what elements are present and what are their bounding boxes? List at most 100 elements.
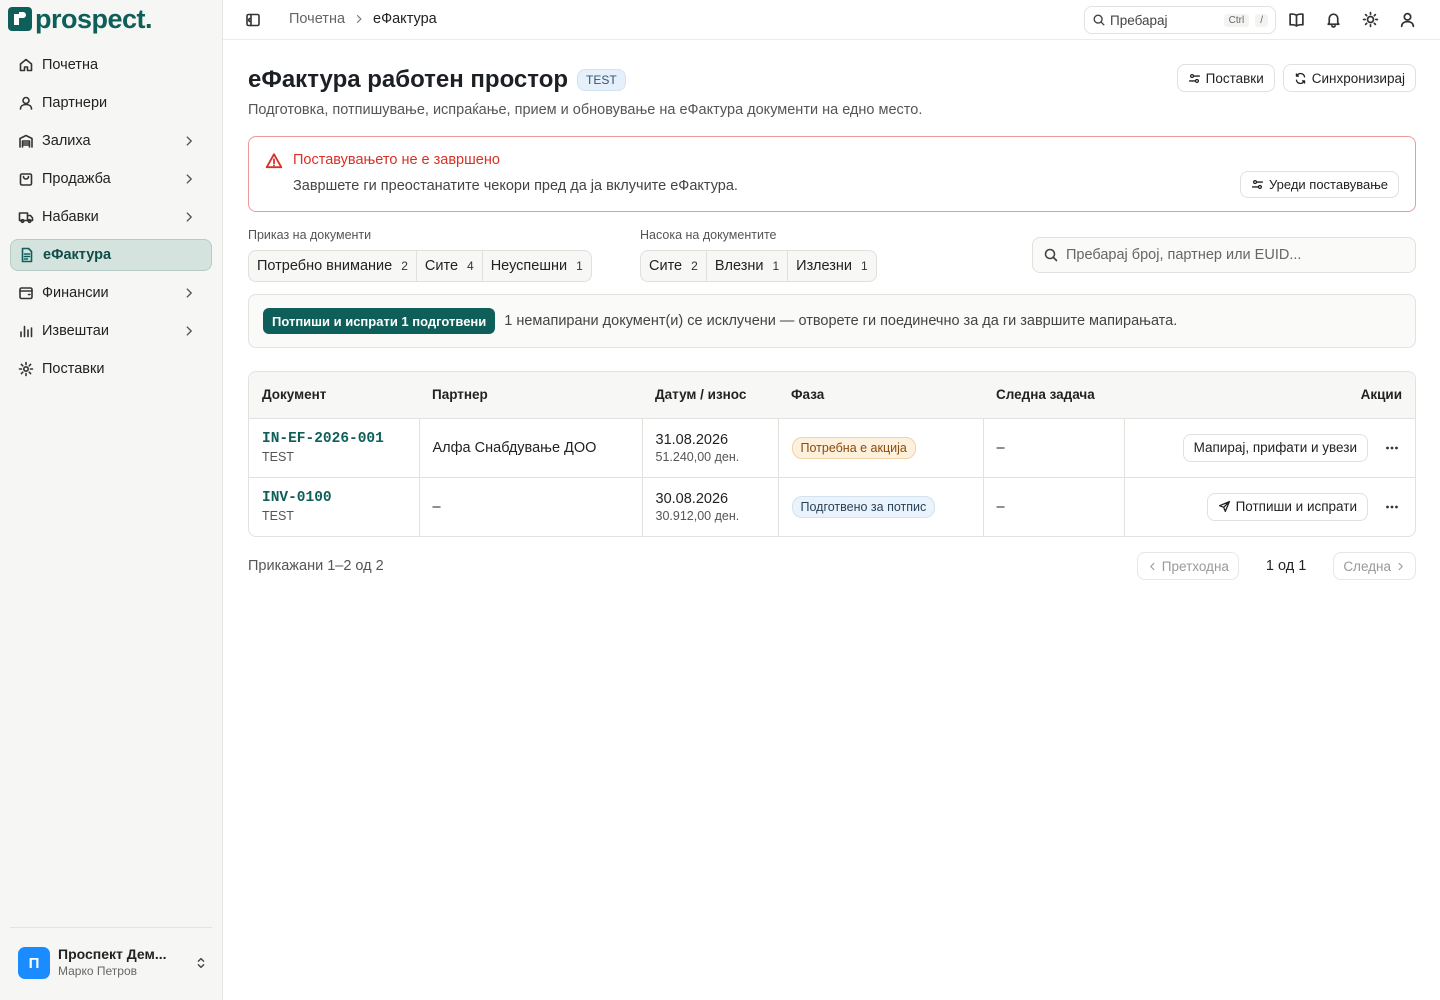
sidebar-item-inventory[interactable]: Залиха [10, 125, 212, 157]
breadcrumb-home[interactable]: Почетна [289, 11, 345, 27]
sign-send-prepared-button[interactable]: Потпиши и испрати 1 подготвени [263, 308, 496, 334]
document-number-link[interactable]: IN-EF-2026-001 [262, 431, 406, 447]
sync-button-label: Синхронизирај [1311, 70, 1405, 86]
partner-cell: – [419, 477, 643, 536]
sidebar-toggle-icon[interactable] [245, 12, 261, 28]
filter-count: 1 [576, 259, 583, 273]
document-env: TEST [262, 450, 294, 464]
sidebar-item-sales[interactable]: Продажба [10, 163, 212, 195]
kbd-ctrl: Ctrl [1223, 13, 1250, 27]
col-document[interactable]: Документ [249, 372, 419, 419]
documents-table: Документ Партнер Датум / износ Фаза След… [248, 371, 1416, 537]
sidebar-item-reports[interactable]: Извештаи [10, 315, 212, 347]
kbd-slash: / [1255, 13, 1268, 27]
filter-count: 1 [861, 259, 868, 273]
environment-badge: TEST [577, 69, 626, 91]
filter-count: 4 [467, 259, 474, 273]
view-filter-label: Приказ на документи [248, 228, 372, 242]
global-search[interactable]: Пребарај Ctrl / [1084, 6, 1276, 34]
chevron-right-icon [186, 212, 192, 222]
sidebar-nav: Почетна Партнери Залиха Продажба Набавки… [10, 49, 212, 391]
phase-badge: Подготвено за потпис [791, 495, 936, 518]
view-filter-all[interactable]: Сите 4 [417, 251, 483, 281]
filter-count: 2 [401, 259, 408, 273]
filter-label: Неуспешни [490, 258, 568, 274]
document-search [1032, 237, 1416, 273]
document-date: 31.08.2026 [655, 431, 729, 448]
edit-setup-button[interactable]: Уреди поставување [1239, 171, 1399, 198]
chevron-right-icon [186, 174, 192, 184]
sidebar-item-label: Набавки [42, 209, 99, 225]
more-actions-icon[interactable] [1382, 497, 1402, 517]
chevron-right-icon [356, 15, 362, 23]
global-search-label: Пребарај [1110, 12, 1168, 28]
document-amount: 30.912,00 ден. [655, 508, 740, 523]
document-search-input[interactable] [1066, 247, 1405, 263]
breadcrumb-current: еФактура [373, 11, 437, 27]
bulk-info-text: 1 немапирани документ(и) се исклучени — … [504, 313, 1178, 329]
sidebar-item-label: Финансии [42, 285, 109, 301]
filter-count: 2 [691, 259, 698, 273]
col-phase[interactable]: Фаза [778, 372, 983, 419]
alert-text: Завршете ги преостанатите чекори пред да… [293, 178, 738, 194]
col-date-amount[interactable]: Датум / износ [642, 372, 778, 419]
sidebar-item-label: Партнери [42, 95, 108, 111]
sidebar: prospect. Почетна Партнери Залиха Продаж… [0, 0, 223, 1000]
bell-icon[interactable] [1325, 11, 1342, 28]
org-name: Проспект Дем... [58, 946, 167, 962]
next-page-button[interactable]: Следна [1333, 552, 1416, 580]
bar-chart-icon [20, 325, 33, 338]
user-account-icon[interactable] [1399, 11, 1416, 28]
search-shortcut: Ctrl / [1223, 13, 1268, 27]
breadcrumb: Почетна еФактура [289, 11, 437, 27]
direction-filter-outgoing[interactable]: Излезни 1 [788, 251, 876, 281]
filter-label: Влезни [714, 258, 764, 274]
user-switcher[interactable]: П Проспект Дем... Марко Петров [18, 946, 208, 980]
document-amount: 51.240,00 ден. [655, 449, 740, 464]
sidebar-divider [10, 927, 212, 928]
shopping-bag-icon [19, 173, 33, 186]
sun-icon[interactable] [1362, 11, 1379, 28]
document-number-link[interactable]: INV-0100 [262, 490, 406, 506]
table-row[interactable]: IN-EF-2026-001 TEST Алфа Снабдување ДОО 3… [249, 418, 1415, 478]
topbar: Почетна еФактура Пребарај Ctrl / [223, 0, 1440, 40]
sync-button[interactable]: Синхронизирај [1282, 64, 1416, 92]
col-partner[interactable]: Партнер [419, 372, 642, 419]
prev-page-button[interactable]: Претходна [1136, 552, 1239, 580]
settings-button[interactable]: Поставки [1176, 64, 1275, 92]
chevron-right-icon [186, 136, 192, 146]
more-actions-icon[interactable] [1382, 438, 1402, 458]
sidebar-item-home[interactable]: Почетна [10, 49, 212, 81]
setup-alert: Поставувањето не е завршено Завршете ги … [248, 136, 1416, 212]
page-indicator: 1 од 1 [1265, 558, 1307, 574]
filter-count: 1 [772, 259, 780, 273]
direction-filter-incoming[interactable]: Влезни 1 [707, 251, 789, 281]
chevron-up-down-icon [197, 957, 205, 969]
view-filter-attention[interactable]: Потребно внимание 2 [249, 251, 417, 281]
search-icon [1044, 248, 1058, 262]
map-accept-import-button[interactable]: Мапирај, прифати и увези [1182, 433, 1368, 462]
sidebar-item-label: Поставки [42, 361, 105, 377]
direction-filter-all[interactable]: Сите 2 [641, 251, 707, 281]
gear-icon [18, 361, 34, 377]
truck-icon [18, 212, 34, 224]
results-count: Прикажани 1–2 од 2 [248, 558, 384, 574]
partner-cell: Алфа Снабдување ДОО [419, 418, 643, 478]
table-footer: Прикажани 1–2 од 2 Претходна 1 од 1 След… [248, 552, 1416, 582]
col-next-task[interactable]: Следна задача [983, 372, 1124, 419]
sign-send-button[interactable]: Потпиши и испрати [1206, 492, 1368, 521]
sidebar-item-finance[interactable]: Финансии [10, 277, 212, 309]
sidebar-item-partners[interactable]: Партнери [10, 87, 212, 119]
logo[interactable]: prospect. [8, 4, 153, 34]
brand-name: prospect. [35, 4, 153, 34]
filter-label: Излезни [796, 258, 853, 274]
sidebar-item-purchases[interactable]: Набавки [10, 201, 212, 233]
refresh-icon [1295, 72, 1305, 84]
view-filter-failed[interactable]: Неуспешни 1 [483, 251, 591, 281]
table-row[interactable]: INV-0100 TEST – 30.08.2026 30.912,00 ден. … [249, 477, 1415, 536]
sidebar-item-efaktura[interactable]: еФактура [10, 239, 212, 271]
send-icon [1218, 501, 1230, 513]
sidebar-item-settings[interactable]: Поставки [10, 353, 212, 385]
action-label: Мапирај, прифати и увези [1193, 440, 1357, 455]
book-icon[interactable] [1288, 11, 1305, 28]
